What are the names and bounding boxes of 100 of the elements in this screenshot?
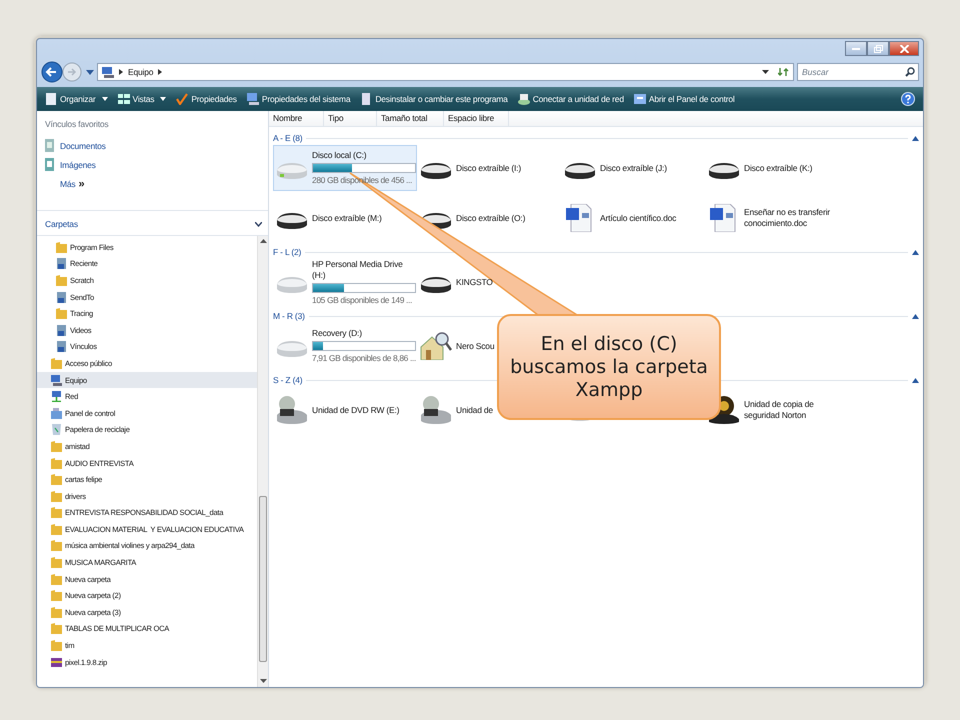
drive-item[interactable]: Artículo científico.doc	[561, 195, 705, 241]
breadcrumb-arrow-icon[interactable]	[119, 69, 123, 75]
drive-item[interactable]: KINGSTO	[417, 259, 561, 305]
special-folder-icon	[56, 324, 67, 336]
drive-item[interactable]: Disco extraíble (M:)	[273, 195, 417, 241]
toolbar-button[interactable]: Abrir el Panel de control	[634, 93, 735, 105]
folder-icon	[51, 440, 62, 452]
recycle-bin-icon	[51, 424, 62, 436]
column-header[interactable]: Espacio libre	[444, 111, 509, 126]
scrollbar[interactable]	[257, 236, 268, 687]
minimize-icon	[852, 48, 860, 50]
computer-icon	[51, 374, 62, 386]
folder-icon	[51, 557, 62, 568]
toolbar-button[interactable]: Conectar a unidad de red	[518, 93, 624, 105]
breadcrumb-arrow-icon[interactable]	[158, 69, 162, 75]
toolbar-button[interactable]: Desinstalar o cambiar este programa	[360, 93, 508, 105]
drive-item[interactable]: Enseñar no es transferir conocimiento.doc	[705, 195, 849, 241]
group-header[interactable]: F - L (2)	[273, 247, 302, 257]
item-name: Artículo científico.doc	[600, 212, 676, 224]
network-icon	[51, 391, 62, 402]
search-field[interactable]: Buscar	[797, 63, 919, 81]
item-name: Disco local (C:)	[312, 150, 368, 161]
back-button[interactable]	[41, 61, 83, 83]
group-header[interactable]: M - R (3)	[273, 311, 305, 321]
folder-icon	[56, 308, 67, 320]
pictures-folder-icon	[45, 158, 54, 171]
item-name: Disco extraíble (J:)	[600, 162, 667, 174]
folder-icon	[56, 242, 67, 253]
favorite-link[interactable]: Imágenes	[45, 155, 260, 174]
close-icon	[900, 44, 908, 52]
toolbar-button[interactable]: Propiedades	[176, 93, 237, 105]
item-name: Enseñar no es transferir conocimiento.doc	[744, 207, 831, 229]
favorite-link[interactable]: Documentos	[45, 136, 260, 155]
folder-icon	[51, 490, 62, 502]
drive-item[interactable]: HP Personal Media Drive (H:) 105 GB disponibles de 149 ...	[273, 259, 417, 305]
toolbar-button[interactable]: Propiedades del sistema	[246, 93, 350, 105]
breadcrumb[interactable]: Equipo	[128, 67, 154, 77]
special-folder-icon	[56, 341, 67, 352]
folder-icon	[51, 590, 62, 602]
drive-item[interactable]: Disco extraíble (J:)	[561, 145, 705, 191]
dvd-drive-icon	[276, 396, 308, 424]
restore-icon	[874, 44, 882, 52]
scroll-down-icon[interactable]	[260, 679, 266, 684]
group-header[interactable]: S - Z (4)	[273, 375, 302, 385]
archive-icon	[51, 656, 62, 668]
item-name: KINGSTO	[456, 276, 493, 288]
drive-item[interactable]: Disco extraíble (I:)	[417, 145, 561, 191]
chevron-icon	[255, 222, 262, 226]
folder-icon	[51, 623, 62, 634]
close-button[interactable]	[889, 41, 919, 56]
folder-icon	[51, 507, 62, 518]
refresh-icon[interactable]	[778, 67, 789, 77]
documents-folder-icon	[45, 139, 54, 152]
free-space-text: 105 GB disponibles de 149 ...	[312, 294, 413, 306]
drive-item[interactable]: Disco extraíble (K:)	[705, 145, 849, 191]
grid-icon	[118, 93, 130, 105]
folders-header[interactable]: Carpetas	[37, 211, 268, 236]
checkmark-icon	[176, 93, 188, 105]
history-caret-icon[interactable]	[86, 70, 94, 74]
search-icon[interactable]	[905, 67, 915, 77]
free-space-text: 7,91 GB disponibles de 8,86 ...	[312, 353, 416, 364]
minimize-button[interactable]	[845, 41, 867, 56]
page-icon	[45, 93, 57, 105]
drive-item[interactable]: Unidad de DVD RW (E:)	[273, 387, 417, 433]
dropdown-caret-icon	[102, 97, 108, 101]
item-name: Nero Scou	[456, 340, 494, 352]
help-icon[interactable]	[901, 92, 915, 106]
section-title: Vínculos favoritos	[45, 119, 110, 129]
scroll-up-icon[interactable]	[260, 239, 266, 244]
special-folder-icon	[56, 292, 67, 303]
folder-icon	[51, 574, 62, 585]
column-header[interactable]: Tamaño total	[377, 111, 444, 126]
item-name: Disco extraíble (M:)	[312, 212, 382, 224]
restore-button[interactable]	[867, 41, 889, 56]
column-header[interactable]: Nombre	[269, 111, 324, 126]
folder-icon	[51, 358, 62, 369]
folder-icon	[56, 274, 67, 286]
item-name: Unidad de	[456, 404, 493, 416]
toolbar-button[interactable]: Organizar	[45, 93, 108, 105]
item-name: HP Personal Media Drive (H:)	[312, 258, 404, 280]
collapse-icon[interactable]	[912, 136, 919, 140]
toolbar-button[interactable]: Vistas	[118, 93, 166, 105]
special-folder-icon	[56, 258, 67, 270]
dropdown-caret-icon	[160, 97, 166, 101]
address-bar[interactable]: Equipo	[97, 63, 794, 81]
dvd-drive-icon	[420, 396, 452, 424]
house-magnifier-icon	[420, 332, 452, 360]
folder-icon	[51, 540, 62, 552]
column-header[interactable]: Tipo	[324, 111, 377, 126]
collapse-icon[interactable]	[912, 314, 919, 318]
computer-icon	[102, 66, 114, 78]
group-header[interactable]: A - E (8)	[273, 133, 302, 143]
collapse-icon[interactable]	[912, 378, 919, 382]
collapse-icon[interactable]	[912, 250, 919, 254]
drive-item[interactable]: Recovery (D:) 7,91 GB disponibles de 8,86 ...	[273, 323, 417, 369]
item-name: Unidad de DVD RW (E:)	[312, 404, 400, 416]
more-link[interactable]: Más »	[45, 174, 260, 193]
control-panel-icon	[51, 408, 62, 419]
dropdown-caret-icon[interactable]	[762, 70, 769, 74]
folder-icon	[51, 606, 62, 618]
